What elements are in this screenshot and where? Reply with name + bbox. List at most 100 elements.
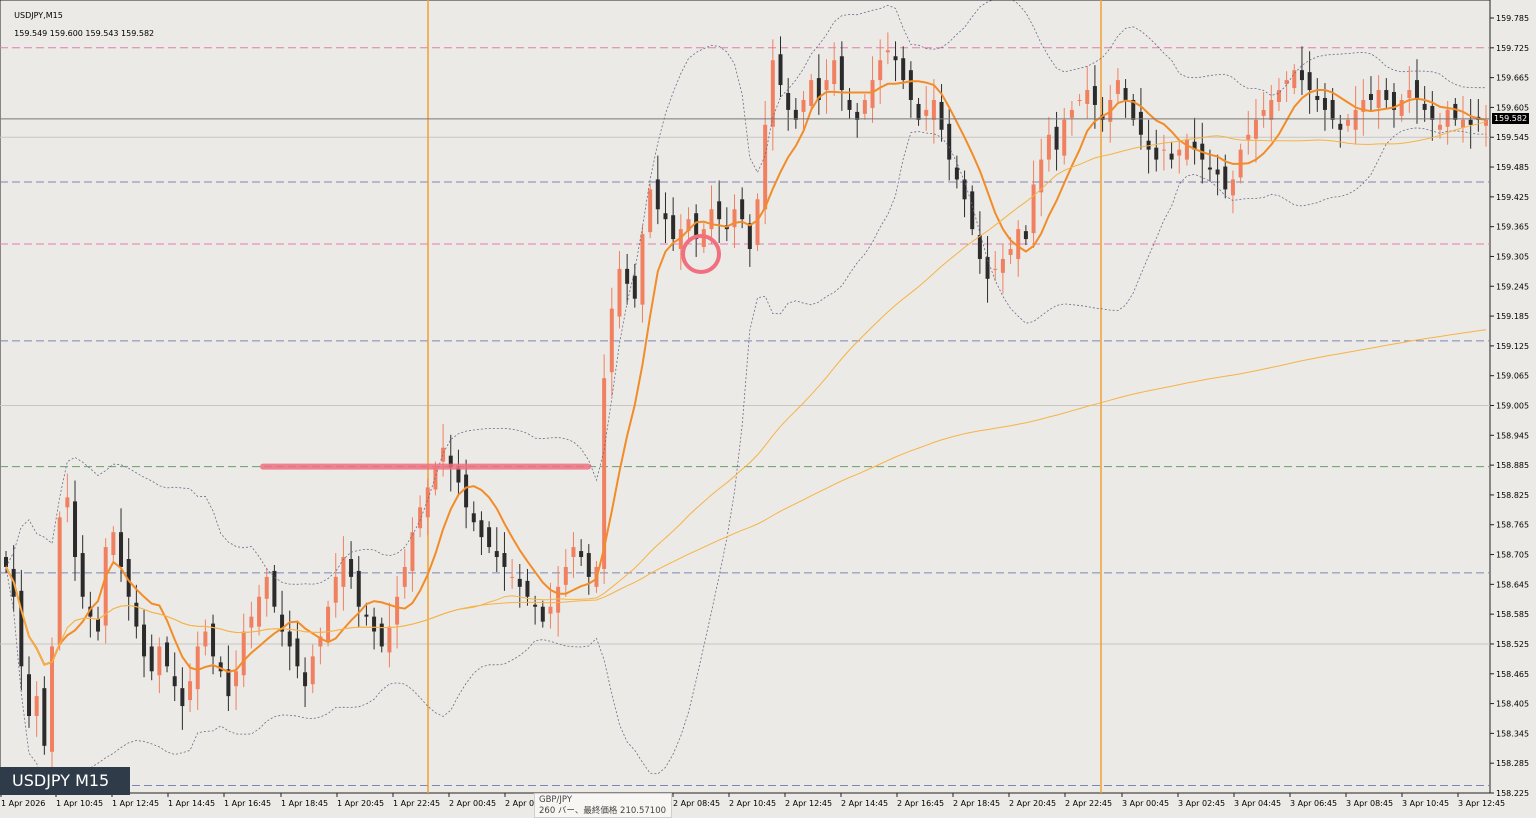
candle xyxy=(249,601,254,649)
candle-body xyxy=(1330,99,1335,120)
candle xyxy=(617,250,622,329)
y-tick-label: 159.365 xyxy=(1496,223,1529,232)
candle xyxy=(878,39,883,104)
candle-body xyxy=(1207,167,1212,170)
candle-body xyxy=(372,616,377,632)
candle xyxy=(1131,94,1136,126)
candle-body xyxy=(479,520,484,538)
candle xyxy=(977,211,982,274)
candle-body xyxy=(747,223,752,250)
candle xyxy=(1276,78,1281,111)
candle-body xyxy=(839,56,844,91)
candle-body xyxy=(142,624,147,657)
candle xyxy=(686,207,691,241)
candle-body xyxy=(441,447,446,462)
candlestick-chart[interactable]: 159.785 159.725 159.665 159.605 159.545 159.4… xyxy=(0,0,1536,818)
candle xyxy=(908,61,913,118)
candle-body xyxy=(226,669,231,697)
candle xyxy=(839,41,844,111)
candle xyxy=(525,568,530,606)
candle-body xyxy=(862,99,867,114)
symbol-watermark: USDJPY M15 xyxy=(0,767,130,795)
candle-body xyxy=(1031,184,1036,234)
candle xyxy=(1161,134,1166,171)
candle-body xyxy=(303,672,308,687)
candle xyxy=(916,97,921,126)
candle-body xyxy=(287,631,292,647)
candle xyxy=(356,556,361,628)
candle xyxy=(88,591,93,638)
candle-body xyxy=(924,109,929,116)
candle xyxy=(801,91,806,130)
y-tick-label: 158.225 xyxy=(1496,789,1529,798)
candle xyxy=(1108,85,1113,143)
candle-body xyxy=(878,60,883,81)
x-tick-label: 1 Apr 20:45 xyxy=(337,799,384,808)
candle xyxy=(924,86,929,131)
candle xyxy=(678,214,683,270)
candle xyxy=(241,613,246,688)
candle xyxy=(203,619,208,656)
tooltip-symbol: GBP/JPY xyxy=(539,795,573,805)
candle xyxy=(709,185,714,245)
candle-body xyxy=(1422,103,1427,110)
candle-body xyxy=(671,215,676,240)
candle-body xyxy=(571,547,576,558)
candle-body xyxy=(387,626,392,653)
candle-body xyxy=(908,70,913,100)
candle-body xyxy=(586,553,591,577)
candle-body xyxy=(264,576,269,599)
y-tick-label: 158.405 xyxy=(1496,700,1529,709)
x-tick-label: 2 Apr 22:45 xyxy=(1065,799,1112,808)
candle xyxy=(1338,114,1343,148)
y-tick-label: 158.705 xyxy=(1496,551,1529,560)
candle xyxy=(1399,94,1404,122)
candle xyxy=(694,204,699,257)
candle xyxy=(226,645,231,712)
candle xyxy=(479,511,484,556)
candle xyxy=(1169,141,1174,169)
candle xyxy=(234,650,239,711)
candle-body xyxy=(42,688,47,746)
candle xyxy=(464,459,469,529)
candle-body xyxy=(954,167,959,180)
candle xyxy=(1123,79,1128,118)
candle-body xyxy=(402,566,407,587)
candle-body xyxy=(356,570,361,607)
symbol-tooltip: GBP/JPY 260 バー、最終価格 210.57100 xyxy=(534,793,672,818)
candle-body xyxy=(1437,124,1442,130)
candle-body xyxy=(1407,90,1412,98)
candle-body xyxy=(517,578,522,587)
candle-body xyxy=(203,631,208,647)
x-tick-label: 3 Apr 00:45 xyxy=(1122,799,1169,808)
candle-body xyxy=(663,213,668,220)
candle-body xyxy=(471,513,476,523)
chart-area[interactable]: 159.785 159.725 159.665 159.605 159.545 159.4… xyxy=(0,0,1536,818)
y-tick-label: 159.125 xyxy=(1496,342,1529,351)
candle xyxy=(625,253,630,305)
candle-body xyxy=(962,179,967,200)
candle xyxy=(448,434,453,492)
candle-body xyxy=(1077,99,1082,101)
candle-body xyxy=(939,101,944,130)
candle xyxy=(655,155,660,225)
candle-body xyxy=(563,566,568,585)
candle-body xyxy=(157,646,162,676)
current-price-tag: 159.582 xyxy=(1492,113,1529,124)
candle-body xyxy=(395,596,400,625)
candle xyxy=(372,607,377,650)
candle-body xyxy=(1223,166,1228,190)
candle xyxy=(318,627,323,665)
y-tick-label: 159.425 xyxy=(1496,193,1529,202)
candle xyxy=(1192,117,1197,165)
y-tick-label: 159.005 xyxy=(1496,402,1529,411)
candle xyxy=(732,194,737,249)
candle xyxy=(1215,154,1220,196)
candle xyxy=(563,549,568,597)
candle xyxy=(1284,71,1289,102)
y-tick-label: 159.305 xyxy=(1496,252,1529,261)
candle-body xyxy=(1453,103,1458,120)
candle-body xyxy=(1322,97,1327,110)
y-tick-label: 159.185 xyxy=(1496,312,1529,321)
candle xyxy=(402,549,407,599)
